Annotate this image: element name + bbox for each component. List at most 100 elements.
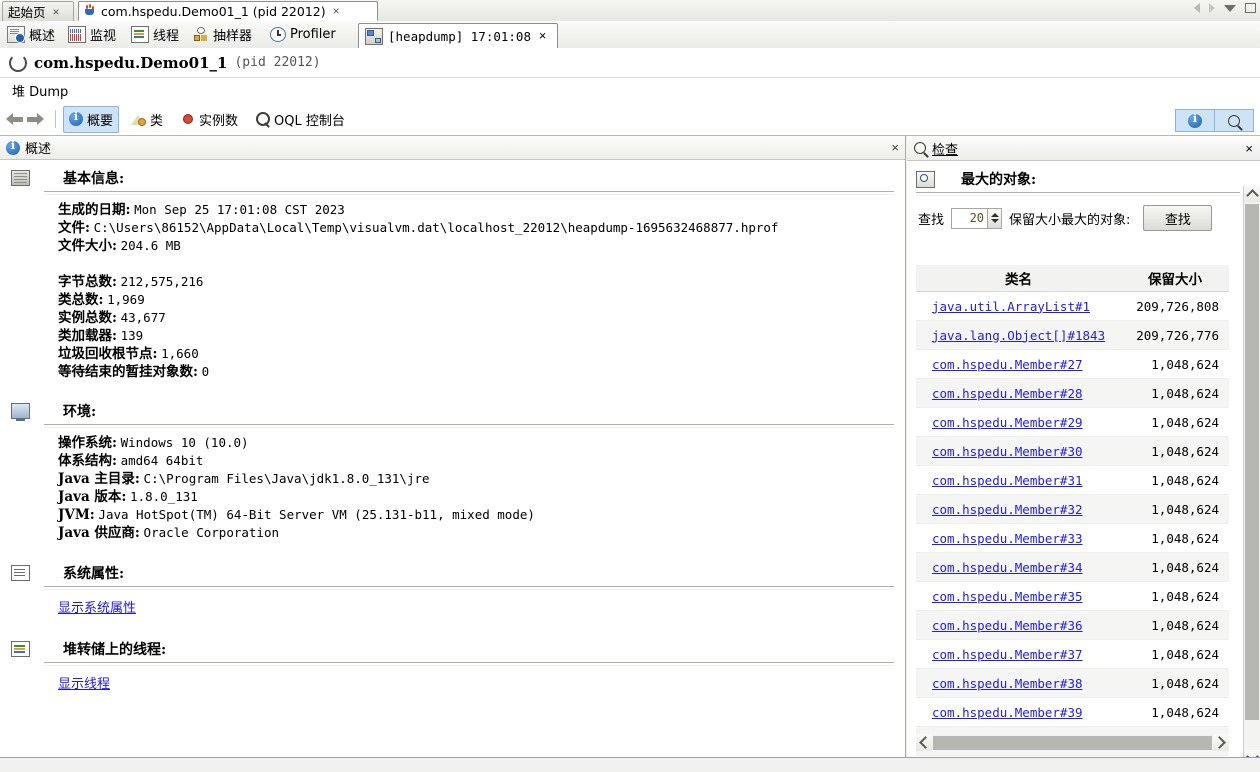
subtab-sampler[interactable]: 抽样器: [188, 21, 257, 48]
table-row[interactable]: com.hspedu.Member#28 1,048,624: [916, 378, 1229, 408]
table-row[interactable]: com.hspedu.Member#27 1,048,624: [916, 349, 1229, 379]
class-link[interactable]: com.hspedu.Member#38: [932, 676, 1083, 691]
cell-class-name: com.hspedu.Member#34: [916, 552, 1121, 582]
section-basic-info-body: 生成的日期: Mon Sep 25 17:01:08 CST 2023 文件: …: [0, 195, 905, 381]
view-tab-oql-console[interactable]: OQL 控制台: [250, 106, 351, 133]
tab-start-page-close-icon[interactable]: ×: [53, 6, 60, 18]
column-header-retained-size[interactable]: 保留大小: [1121, 265, 1229, 292]
cell-retained-size: 1,048,624: [1121, 581, 1229, 611]
scroll-down-button[interactable]: [1244, 750, 1260, 757]
table-row[interactable]: com.hspedu.Member#31 1,048,624: [916, 465, 1229, 495]
subtab-profiler[interactable]: Profiler: [265, 21, 341, 48]
class-link[interactable]: com.hspedu.Member#33: [932, 531, 1083, 546]
tab-scroll-right-icon[interactable]: [1209, 3, 1215, 13]
vertical-scroll-thumb[interactable]: [1245, 204, 1259, 720]
tab-list-dropdown-icon[interactable]: [1224, 4, 1236, 12]
cell-class-name: com.hspedu.Member#27: [916, 349, 1121, 379]
stepper-up-icon[interactable]: [990, 213, 999, 217]
view-tab-classes[interactable]: 类: [125, 106, 169, 133]
tab-demo01-close-icon[interactable]: ×: [333, 5, 340, 17]
chevron-right-icon: [1213, 736, 1226, 749]
table-row[interactable]: com.hspedu.Member#34 1,048,624: [916, 552, 1229, 582]
table-row[interactable]: com.hspedu.Member#36 1,048,624: [916, 610, 1229, 640]
subtab-threads[interactable]: 线程: [126, 21, 184, 48]
class-link[interactable]: com.hspedu.Member#37: [932, 647, 1083, 662]
chevron-left-icon: [919, 736, 932, 749]
table-row[interactable]: java.util.ArrayList#1 209,726,808: [916, 291, 1229, 321]
cell-retained-size: 209,726,808: [1121, 291, 1229, 321]
tab-start-page[interactable]: 起始页 ×: [2, 1, 74, 21]
cell-retained-size: 1,048,624: [1121, 378, 1229, 408]
cell-class-name: com.hspedu.Member#38: [916, 668, 1121, 698]
cell-class-name: com.hspedu.Member#36: [916, 610, 1121, 640]
inspector-horizontal-scrollbar[interactable]: [916, 734, 1229, 751]
table-row[interactable]: com.hspedu.Member#38 1,048,624: [916, 668, 1229, 698]
view-tab-summary[interactable]: 概要: [63, 105, 120, 133]
find-count-stepper[interactable]: 20: [951, 207, 1003, 229]
table-row[interactable]: com.hspedu.Member#32 1,048,624: [916, 494, 1229, 524]
tab-maximize-icon[interactable]: [1245, 3, 1256, 13]
row-pending-finalization: 等待结束的暂挂对象数: 0: [58, 363, 905, 381]
section-system-properties-header: 系统属性:: [0, 563, 905, 583]
table-row[interactable]: com.hspedu.Member#37 1,048,624: [916, 639, 1229, 669]
row-pending-finalization-key: 等待结束的暂挂对象数:: [58, 364, 198, 380]
tab-demo01[interactable]: com.hspedu.Demo01_1 (pid 22012) ×: [78, 1, 378, 21]
class-link[interactable]: com.hspedu.Member#39: [932, 705, 1083, 720]
cell-retained-size: 1,048,624: [1121, 639, 1229, 669]
forward-arrow-icon[interactable]: [27, 112, 44, 126]
table-row[interactable]: com.hspedu.Member#39 1,048,624: [916, 697, 1229, 727]
table-row[interactable]: com.hspedu.Member#30 1,048,624: [916, 436, 1229, 466]
subtab-heapdump-close-icon[interactable]: ×: [539, 29, 546, 43]
class-link[interactable]: com.hspedu.Member#30: [932, 444, 1083, 459]
section-heap-threads: 堆转储上的线程: 显示线程: [0, 639, 905, 694]
subtab-overview[interactable]: 概述: [2, 21, 60, 48]
class-link[interactable]: java.util.ArrayList#1: [932, 299, 1090, 314]
heap-dump-section-label-bar: 堆 Dump: [0, 77, 1260, 103]
horizontal-scroll-thumb[interactable]: [933, 735, 1212, 750]
view-tab-oql-console-label: OQL 控制台: [274, 113, 345, 129]
find-count-input[interactable]: 20: [952, 209, 987, 228]
column-header-class-name[interactable]: 类名: [916, 265, 1121, 292]
class-link[interactable]: com.hspedu.Member#28: [932, 386, 1083, 401]
cell-class-name: com.hspedu.Member#28: [916, 378, 1121, 408]
class-link[interactable]: com.hspedu.Member#32: [932, 502, 1083, 517]
class-link[interactable]: com.hspedu.Member#31: [932, 473, 1083, 488]
subtab-heapdump-label: [heapdump] 17:01:08: [388, 28, 531, 44]
class-link[interactable]: com.hspedu.Member#34: [932, 560, 1083, 575]
heapdump-icon: [365, 27, 383, 45]
class-link[interactable]: com.hspedu.Member#35: [932, 589, 1083, 604]
view-tab-instances[interactable]: 实例数: [175, 106, 244, 133]
class-link[interactable]: com.hspedu.Member#27: [932, 357, 1083, 372]
subtab-heapdump[interactable]: [heapdump] 17:01:08 ×: [358, 23, 558, 48]
tab-scroll-left-icon[interactable]: [1194, 3, 1200, 13]
class-link[interactable]: com.hspedu.Member#29: [932, 415, 1083, 430]
table-row[interactable]: java.lang.Object[]#1843 209,726,776: [916, 320, 1229, 350]
scroll-right-button[interactable]: [1213, 734, 1229, 751]
table-row[interactable]: com.hspedu.Member#35 1,048,624: [916, 581, 1229, 611]
stepper-down-icon[interactable]: [990, 219, 999, 223]
class-link[interactable]: com.hspedu.Member#36: [932, 618, 1083, 633]
stepper-arrows[interactable]: [987, 208, 1002, 228]
find-button[interactable]: 查找: [1143, 205, 1213, 231]
row-os-value: Windows 10 (10.0): [120, 435, 249, 450]
magnifier-icon: [914, 142, 926, 154]
show-system-properties-link[interactable]: 显示系统属性: [58, 601, 136, 616]
subtab-monitor[interactable]: 监视: [63, 21, 121, 48]
show-threads-link[interactable]: 显示线程: [58, 677, 110, 692]
inspector-vertical-scrollbar[interactable]: [1243, 186, 1260, 757]
table-row[interactable]: com.hspedu.Member#33 1,048,624: [916, 523, 1229, 553]
page-title: com.hspedu.Demo01_1: [34, 53, 228, 72]
row-java-vendor: Java 供应商: Oracle Corporation: [58, 524, 905, 542]
table-row[interactable]: com.hspedu.Member#29 1,048,624: [916, 407, 1229, 437]
scroll-up-button[interactable]: [1244, 186, 1260, 202]
cell-class-name: com.hspedu.Member#29: [916, 407, 1121, 437]
inspector-panel-close-icon[interactable]: ×: [1245, 141, 1253, 156]
overview-panel-close-icon[interactable]: ×: [891, 140, 899, 155]
class-link[interactable]: java.lang.Object[]#1843: [932, 328, 1105, 343]
page-title-pid: (pid 22012): [234, 55, 321, 70]
scroll-left-button[interactable]: [916, 734, 932, 751]
find-toggle-button[interactable]: [1215, 109, 1254, 132]
back-arrow-icon[interactable]: [6, 112, 23, 126]
info-toggle-button[interactable]: [1175, 109, 1215, 132]
view-tab-instances-label: 实例数: [199, 113, 239, 129]
